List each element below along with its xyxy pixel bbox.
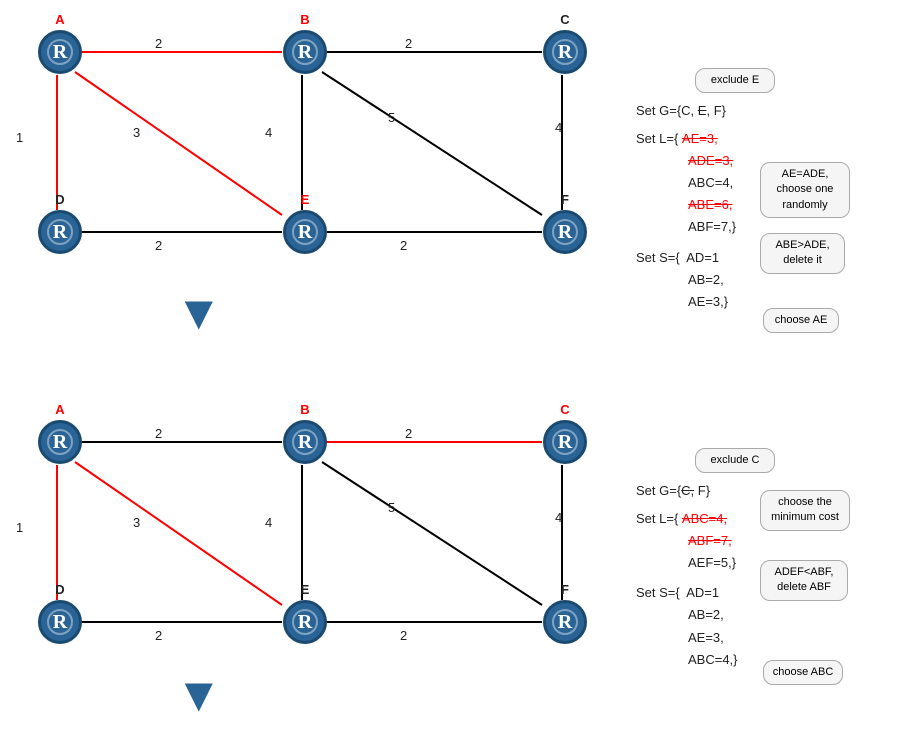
edge-AD-bottom: 1: [16, 520, 23, 535]
edge-BE-top: 4: [265, 125, 272, 140]
label-A-top: A: [55, 12, 64, 27]
node-A-top: A R: [35, 30, 85, 74]
bottom-setS-ae: AE=3,: [636, 627, 738, 649]
top-setS-ae: AE=3,}: [636, 291, 736, 313]
top-setL-abc: ABC=4,: [636, 172, 736, 194]
node-D-bottom: D R: [35, 600, 85, 644]
edge-CF-bottom: 4: [555, 510, 562, 525]
node-D-top: D R: [35, 210, 85, 254]
bottom-setL-abf: ABF=7,: [636, 530, 738, 552]
top-setL-ade: ADE=3,: [636, 150, 736, 172]
edge-DE-top: 2: [155, 238, 162, 253]
node-B-top: B R: [280, 30, 330, 74]
node-C-top: C R: [540, 30, 590, 74]
bottom-setS-header: Set S={ AD=1: [636, 582, 738, 604]
label-E-top: E: [301, 192, 310, 207]
bubble-ae-ade: AE=ADE,choose onerandomly: [760, 162, 850, 218]
bubble-choose-minimum: choose theminimum cost: [760, 490, 850, 531]
bottom-setG: Set G={C, F}: [636, 480, 738, 502]
edge-AB-bottom: 2: [155, 426, 162, 441]
edge-BC-bottom: 2: [405, 426, 412, 441]
edge-BF-bottom: 5: [388, 500, 395, 515]
bottom-setS-abc: ABC=4,}: [636, 649, 738, 671]
label-F-top: F: [561, 192, 569, 207]
top-setL-abf: ABF=7,}: [636, 216, 736, 238]
bottom-setL-header: Set L={ ABC=4,: [636, 508, 738, 530]
edge-AE-top: 3: [133, 125, 140, 140]
node-F-top: F R: [540, 210, 590, 254]
top-setL-abe: ABE=6,: [636, 194, 736, 216]
bubble-choose-abc: choose ABC: [763, 660, 843, 685]
label-D-bottom: D: [55, 582, 64, 597]
bubble-exclude-E: exclude E: [695, 68, 775, 93]
top-info-panel: Set G={C, E, F} Set L={ AE=3, ADE=3, ABC…: [636, 100, 736, 313]
arrow-down-1: ▼: [175, 290, 223, 338]
edge-EF-top: 2: [400, 238, 407, 253]
label-B-top: B: [300, 12, 309, 27]
edge-BF-top: 5: [388, 110, 395, 125]
arrow-down-2: ▼: [175, 672, 223, 720]
label-E-bottom: E: [301, 582, 310, 597]
node-C-bottom: C R: [540, 420, 590, 464]
top-setS-ab: AB=2,: [636, 269, 736, 291]
label-F-bottom: F: [561, 582, 569, 597]
bubble-adef-abf: ADEF<ABF,delete ABF: [760, 560, 848, 601]
node-B-bottom: B R: [280, 420, 330, 464]
label-B-bottom: B: [300, 402, 309, 417]
node-A-bottom: A R: [35, 420, 85, 464]
label-C-top: C: [560, 12, 569, 27]
edge-CF-top: 4: [555, 120, 562, 135]
edge-BE-bottom: 4: [265, 515, 272, 530]
node-F-bottom: F R: [540, 600, 590, 644]
edge-AB-top: 2: [155, 36, 162, 51]
edge-AE-bottom: 3: [133, 515, 140, 530]
bubble-choose-ae: choose AE: [763, 308, 839, 333]
label-C-bottom: C: [560, 402, 569, 417]
top-setL-header: Set L={ AE=3,: [636, 128, 736, 150]
label-D-top: D: [55, 192, 64, 207]
node-E-bottom: E R: [280, 600, 330, 644]
edge-BC-top: 2: [405, 36, 412, 51]
bubble-abe-ade: ABE>ADE,delete it: [760, 233, 845, 274]
bottom-info-panel: Set G={C, F} Set L={ ABC=4, ABF=7, AEF=5…: [636, 480, 738, 671]
top-setG: Set G={C, E, F}: [636, 100, 736, 122]
bubble-exclude-C: exclude C: [695, 448, 775, 473]
label-A-bottom: A: [55, 402, 64, 417]
node-E-top: E R: [280, 210, 330, 254]
bottom-setS-ab: AB=2,: [636, 604, 738, 626]
edge-AD-top: 1: [16, 130, 23, 145]
edge-DE-bottom: 2: [155, 628, 162, 643]
edge-EF-bottom: 2: [400, 628, 407, 643]
bottom-setL-aef: AEF=5,}: [636, 552, 738, 574]
top-setS-header: Set S={ AD=1: [636, 247, 736, 269]
